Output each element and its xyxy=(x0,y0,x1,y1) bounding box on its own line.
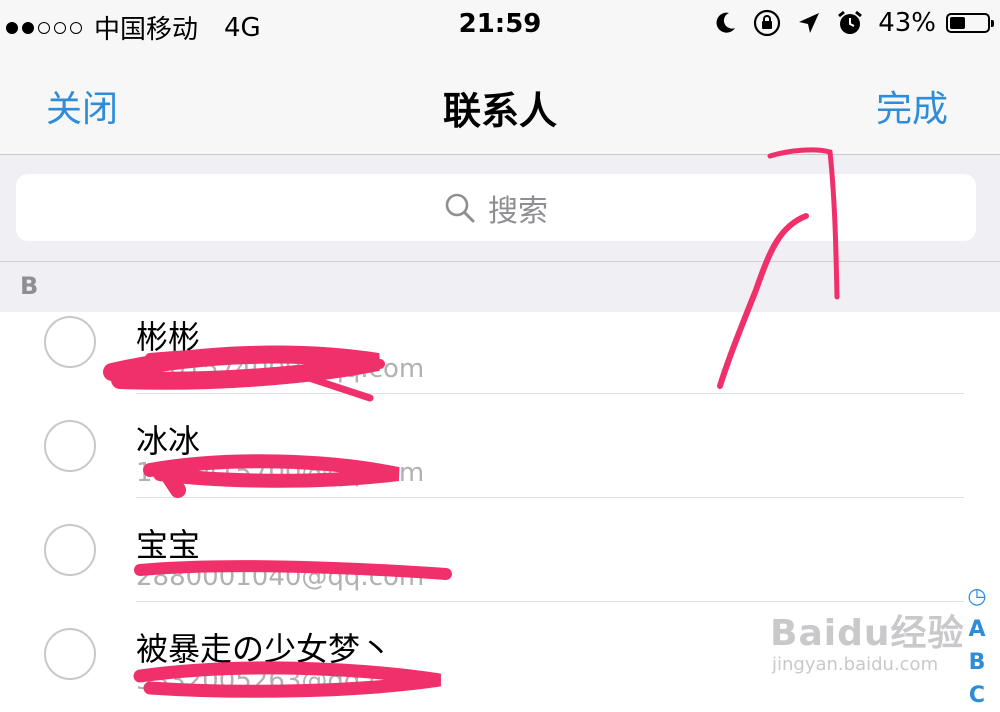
navigation-bar: 关闭 联系人 完成 xyxy=(0,50,1000,155)
contact-row[interactable]: 冰冰 1050415700@qq.com xyxy=(0,394,1000,498)
contact-name: 被暴走の少女梦丶 xyxy=(136,630,393,668)
contact-name: 彬彬 xyxy=(136,318,201,356)
select-radio[interactable] xyxy=(44,316,96,368)
contact-row[interactable]: 宝宝 2880001040@qq.com xyxy=(0,498,1000,602)
index-letter-c[interactable]: C xyxy=(969,679,985,712)
contact-email: 2880001040@qq.com xyxy=(136,562,425,592)
battery-icon xyxy=(946,13,994,33)
contact-email: 2201574000@qq.com xyxy=(136,354,425,384)
contact-row[interactable]: 彬彬 2201574000@qq.com xyxy=(0,290,1000,394)
watermark-url: jingyan.baidu.com xyxy=(772,654,939,675)
search-area: 搜索 xyxy=(0,155,1000,262)
contact-name: 冰冰 xyxy=(136,422,201,460)
status-right: 43% xyxy=(698,8,994,38)
watermark: Baidu经验 jingyan.baidu.com xyxy=(760,600,990,680)
search-icon xyxy=(445,193,475,222)
location-arrow-icon xyxy=(799,13,820,33)
battery-percent: 43% xyxy=(878,8,936,38)
page-title: 联系人 xyxy=(442,89,557,133)
search-input[interactable]: 搜索 xyxy=(16,174,976,241)
watermark-logo: Baidu经验 xyxy=(770,613,965,654)
select-radio[interactable] xyxy=(44,628,96,680)
contact-email: 3332005263@qq.com xyxy=(136,666,425,696)
search-placeholder: 搜索 xyxy=(488,193,548,229)
alarm-icon xyxy=(838,10,863,34)
select-radio[interactable] xyxy=(44,420,96,472)
contact-name: 宝宝 xyxy=(136,526,201,564)
select-radio[interactable] xyxy=(44,524,96,576)
rotation-lock-icon xyxy=(754,9,781,37)
moon-icon xyxy=(716,12,736,33)
status-bar: 中国移动 4G 21:59 43% xyxy=(0,0,1000,50)
done-button[interactable]: 完成 xyxy=(876,80,948,132)
contact-email: 1050415700@qq.com xyxy=(136,458,425,488)
